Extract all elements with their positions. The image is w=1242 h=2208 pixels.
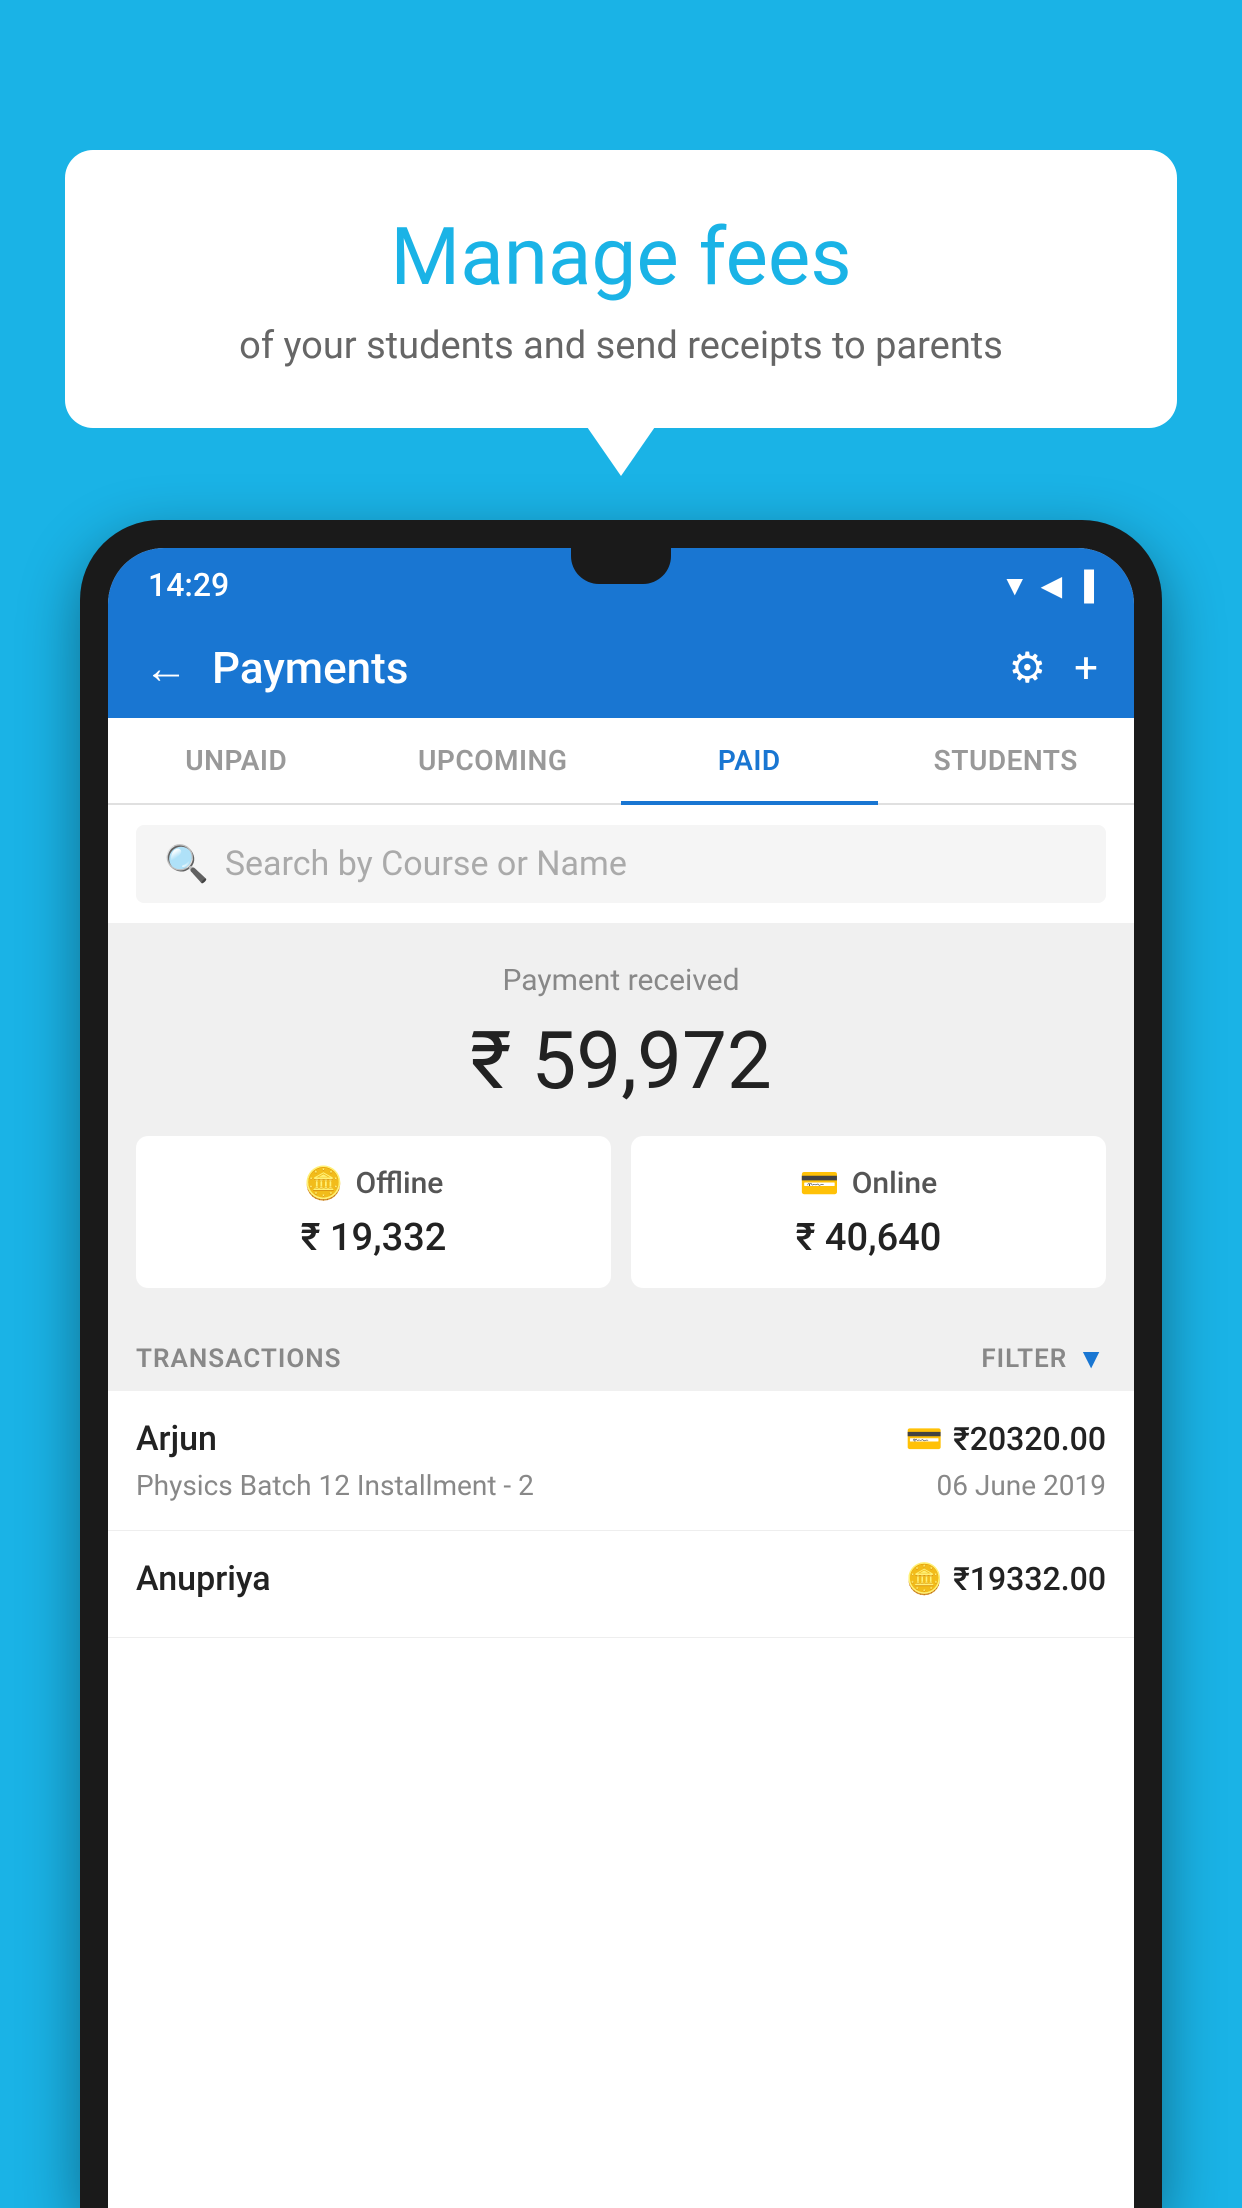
status-time: 14:29 bbox=[148, 566, 229, 604]
search-placeholder: Search by Course or Name bbox=[225, 844, 627, 884]
transaction-date: 06 June 2019 bbox=[936, 1469, 1106, 1502]
search-container: 🔍 Search by Course or Name bbox=[108, 805, 1134, 923]
online-card: 💳 Online ₹ 40,640 bbox=[631, 1136, 1106, 1288]
online-label: Online bbox=[852, 1166, 937, 1201]
header-title: Payments bbox=[212, 642, 1009, 694]
online-amount: ₹ 40,640 bbox=[655, 1216, 1082, 1260]
signal-icon: ◀ bbox=[1041, 569, 1063, 602]
transaction-amount-wrap: 🪙 ₹19332.00 bbox=[906, 1560, 1106, 1598]
offline-amount: ₹ 19,332 bbox=[160, 1216, 587, 1260]
card-icon: 💳 bbox=[906, 1422, 943, 1457]
offline-card-header: 🪙 Offline bbox=[160, 1164, 587, 1202]
filter-button[interactable]: FILTER ▼ bbox=[981, 1342, 1106, 1375]
online-card-header: 💳 Online bbox=[655, 1164, 1082, 1202]
header-icons: ⚙ + bbox=[1009, 643, 1099, 693]
transaction-course: Physics Batch 12 Installment - 2 bbox=[136, 1469, 534, 1502]
offline-label: Offline bbox=[355, 1166, 443, 1201]
transaction-amount: ₹20320.00 bbox=[953, 1420, 1106, 1458]
transaction-row1: Arjun 💳 ₹20320.00 bbox=[136, 1419, 1106, 1459]
payment-received-section: Payment received ₹ 59,972 🪙 Offline ₹ 19… bbox=[108, 923, 1134, 1318]
offline-icon: 🪙 bbox=[906, 1562, 943, 1597]
transactions-label: TRANSACTIONS bbox=[136, 1344, 342, 1374]
filter-label: FILTER bbox=[981, 1344, 1067, 1374]
payment-amount: ₹ 59,972 bbox=[136, 1014, 1106, 1108]
transaction-row1: Anupriya 🪙 ₹19332.00 bbox=[136, 1559, 1106, 1599]
transaction-item[interactable]: Anupriya 🪙 ₹19332.00 bbox=[108, 1531, 1134, 1638]
speech-bubble-container: Manage fees of your students and send re… bbox=[65, 150, 1177, 428]
settings-icon[interactable]: ⚙ bbox=[1009, 643, 1047, 693]
tab-students[interactable]: STUDENTS bbox=[878, 718, 1135, 803]
transaction-item[interactable]: Arjun 💳 ₹20320.00 Physics Batch 12 Insta… bbox=[108, 1391, 1134, 1531]
tab-upcoming[interactable]: UPCOMING bbox=[365, 718, 622, 803]
status-icons: ▼ ◀ ▐ bbox=[1001, 569, 1094, 602]
transactions-list: Arjun 💳 ₹20320.00 Physics Batch 12 Insta… bbox=[108, 1391, 1134, 2208]
online-icon: 💳 bbox=[800, 1164, 840, 1202]
tabs-bar: UNPAID UPCOMING PAID STUDENTS bbox=[108, 718, 1134, 805]
payment-cards: 🪙 Offline ₹ 19,332 💳 Online ₹ 40,640 bbox=[136, 1136, 1106, 1288]
transaction-amount: ₹19332.00 bbox=[953, 1560, 1106, 1598]
bubble-title: Manage fees bbox=[145, 210, 1097, 304]
phone-screen: 14:29 ▼ ◀ ▐ ← Payments ⚙ + UNPAID UPCOMI… bbox=[108, 548, 1134, 2208]
bubble-subtitle: of your students and send receipts to pa… bbox=[145, 324, 1097, 368]
add-icon[interactable]: + bbox=[1074, 644, 1098, 693]
wifi-icon: ▼ bbox=[1001, 569, 1029, 602]
transactions-header: TRANSACTIONS FILTER ▼ bbox=[108, 1318, 1134, 1391]
search-bar[interactable]: 🔍 Search by Course or Name bbox=[136, 825, 1106, 903]
speech-bubble: Manage fees of your students and send re… bbox=[65, 150, 1177, 428]
transaction-amount-wrap: 💳 ₹20320.00 bbox=[906, 1420, 1106, 1458]
tab-unpaid[interactable]: UNPAID bbox=[108, 718, 365, 803]
phone-frame: 14:29 ▼ ◀ ▐ ← Payments ⚙ + UNPAID UPCOMI… bbox=[80, 520, 1162, 2208]
transaction-row2: Physics Batch 12 Installment - 2 06 June… bbox=[136, 1469, 1106, 1502]
transaction-name: Arjun bbox=[136, 1419, 217, 1459]
offline-icon: 🪙 bbox=[304, 1164, 344, 1202]
search-icon: 🔍 bbox=[164, 843, 209, 885]
app-header: ← Payments ⚙ + bbox=[108, 618, 1134, 718]
payment-label: Payment received bbox=[136, 963, 1106, 998]
back-button[interactable]: ← bbox=[144, 642, 188, 694]
transaction-name: Anupriya bbox=[136, 1559, 271, 1599]
offline-card: 🪙 Offline ₹ 19,332 bbox=[136, 1136, 611, 1288]
battery-icon: ▐ bbox=[1074, 569, 1094, 602]
phone-notch bbox=[571, 548, 671, 584]
filter-icon: ▼ bbox=[1077, 1342, 1106, 1375]
tab-paid[interactable]: PAID bbox=[621, 718, 878, 803]
